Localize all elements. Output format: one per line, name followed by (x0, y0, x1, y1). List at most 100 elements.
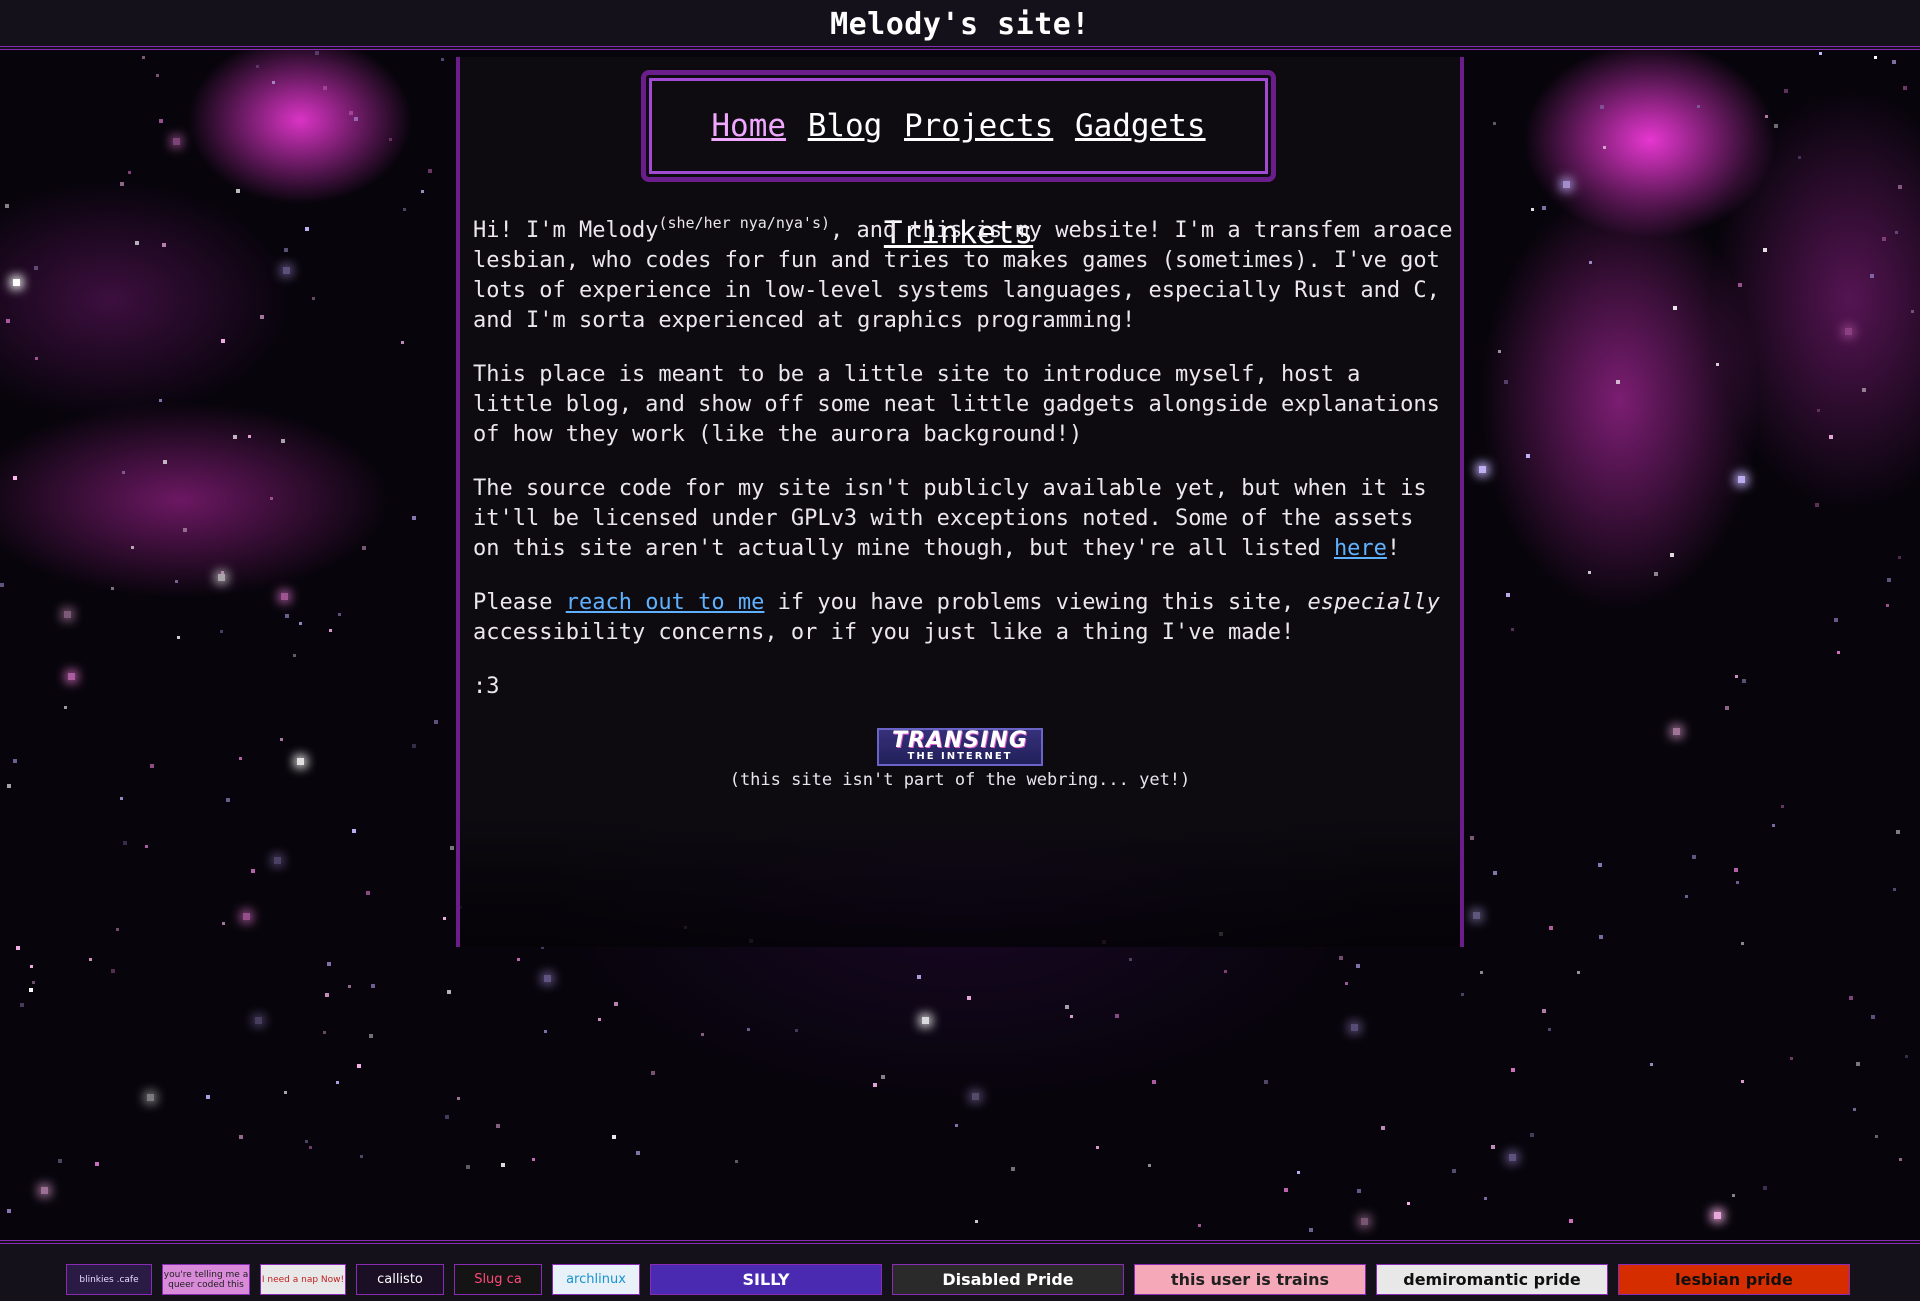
slug-cat-button[interactable]: Slug ca (454, 1264, 542, 1295)
star (1871, 1015, 1875, 1019)
star (1588, 571, 1591, 574)
star (1714, 1212, 1721, 1219)
star (389, 138, 392, 141)
contact-link[interactable]: reach out to me (566, 590, 765, 615)
star (1741, 1080, 1744, 1083)
star (975, 1220, 978, 1223)
star (445, 1115, 449, 1119)
star (1893, 888, 1896, 891)
star (226, 798, 230, 802)
star (256, 65, 259, 68)
nav-gadgets-link[interactable]: Gadgets (1075, 108, 1206, 144)
silly-button[interactable]: SILLY (650, 1264, 882, 1295)
intro-paragraph-1: Hi! I'm Melody(she/her nya/nya's), and t… (473, 216, 1453, 336)
star (701, 1033, 704, 1036)
star (371, 984, 375, 988)
nav-blog-link[interactable]: Blog (808, 108, 883, 144)
star (248, 435, 251, 438)
star (1493, 122, 1496, 125)
star (1115, 1014, 1119, 1018)
star (544, 1030, 547, 1033)
star (1461, 993, 1464, 996)
star (1284, 1188, 1288, 1192)
main-nav: Home Blog Projects Gadgets Trinkets (641, 70, 1276, 251)
star (285, 614, 289, 618)
need-a-nap-button[interactable]: I need a nap Now! (260, 1264, 346, 1295)
disabled-pride-button[interactable]: Disabled Pride (892, 1264, 1124, 1295)
star (1673, 306, 1677, 310)
star (1530, 1133, 1534, 1137)
star (7, 784, 11, 788)
star (403, 208, 406, 211)
demiromantic-pride-button[interactable]: demiromantic pride (1376, 1264, 1608, 1295)
star (293, 654, 296, 657)
callisto-button[interactable]: callisto (356, 1264, 444, 1295)
transing-the-internet-badge[interactable]: TRANSING THE INTERNET (877, 728, 1043, 766)
star (501, 1163, 505, 1167)
star (1896, 830, 1900, 834)
site-header: Melody's site! (0, 0, 1920, 50)
star (1882, 237, 1886, 241)
star (159, 399, 162, 402)
star (309, 1146, 312, 1149)
star (1742, 679, 1746, 683)
user-is-trains-button[interactable]: this user is trains (1134, 1264, 1366, 1295)
footer: blinkies .cafe you're telling me a queer … (0, 1240, 1920, 1301)
intro-paragraph-4: Please reach out to me if you have probl… (473, 588, 1453, 648)
star (1772, 824, 1775, 827)
star (1351, 1024, 1358, 1031)
star (369, 1034, 373, 1038)
star (142, 56, 145, 59)
star (1736, 881, 1739, 884)
star (1339, 956, 1343, 960)
star (206, 1095, 210, 1099)
lesbian-pride-button[interactable]: lesbian pride (1618, 1264, 1850, 1295)
star (1670, 553, 1674, 557)
star (1491, 1145, 1495, 1149)
star (29, 988, 33, 992)
star (1765, 115, 1768, 118)
star (441, 58, 444, 61)
emphasis-text: especially (1307, 590, 1440, 615)
blinkies-cafe-button[interactable]: blinkies .cafe (66, 1264, 152, 1295)
star (873, 1083, 877, 1087)
star (1673, 728, 1680, 735)
archlinux-button[interactable]: archlinux (552, 1264, 640, 1295)
nav-projects-link[interactable]: Projects (904, 108, 1053, 144)
star (281, 593, 288, 600)
nav-home-link[interactable]: Home (711, 108, 786, 144)
star (1895, 231, 1898, 234)
star (1511, 628, 1514, 631)
queer-coded-button[interactable]: you're telling me a queer coded this (162, 1264, 250, 1295)
star (1600, 105, 1604, 109)
star (68, 673, 75, 680)
star (1065, 1005, 1069, 1009)
star (13, 476, 17, 480)
star (283, 267, 290, 274)
star (329, 629, 332, 632)
intro-text: Hi! I'm Melody (473, 218, 659, 243)
star (162, 243, 166, 247)
star (0, 583, 4, 587)
intro-text: The source code for my site isn't public… (473, 476, 1427, 561)
star (348, 985, 351, 988)
star (1875, 1135, 1878, 1138)
star (1887, 578, 1891, 582)
star (1603, 146, 1606, 149)
star (1862, 388, 1866, 392)
star (1470, 836, 1474, 840)
assets-list-link[interactable]: here (1334, 536, 1387, 561)
star (362, 546, 366, 550)
star (1309, 1228, 1313, 1232)
star (434, 720, 438, 724)
star (1870, 274, 1874, 278)
star (466, 1165, 470, 1169)
star (450, 846, 454, 850)
star (1599, 935, 1603, 939)
star (1815, 503, 1819, 507)
star (177, 636, 180, 639)
star (1129, 958, 1132, 961)
star (614, 1002, 618, 1006)
intro-paragraph-5: :3 (473, 674, 500, 699)
star (122, 471, 125, 474)
